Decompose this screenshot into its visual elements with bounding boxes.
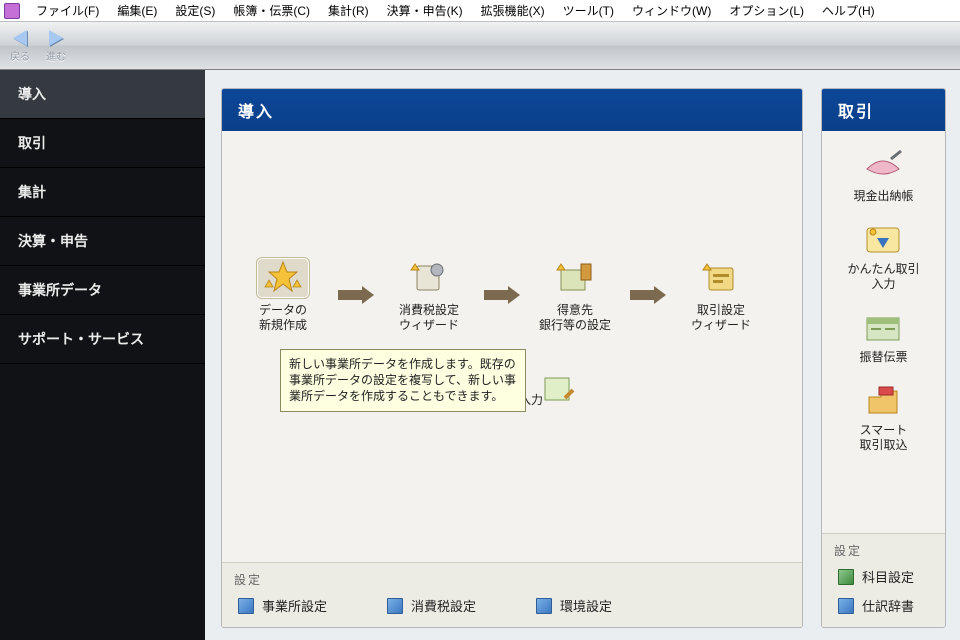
panel-torihiki-header: 取引 xyxy=(822,89,945,131)
tooltip-new-data: 新しい事業所データを作成します。既存の事業所データの設定を複写して、新しい事業所… xyxy=(280,349,526,412)
new-data-icon xyxy=(256,257,310,299)
forward-label: 進む xyxy=(46,48,66,63)
menu-tools[interactable]: ツール(T) xyxy=(555,0,622,21)
menu-file[interactable]: ファイル(F) xyxy=(28,0,107,21)
sidebar-item-kessan[interactable]: 決算・申告 xyxy=(0,217,205,266)
right-item-label: かんたん取引 xyxy=(847,262,919,276)
sidebar-item-label: 導入 xyxy=(18,86,46,102)
right-item-label: 入力 xyxy=(871,277,895,291)
launcher-label: 得意先 xyxy=(557,303,593,317)
right-item-transfer[interactable]: 振替伝票 xyxy=(859,310,907,365)
sidebar-item-torihiki[interactable]: 取引 xyxy=(0,119,205,168)
tax-wizard-icon xyxy=(402,257,456,299)
workspace: 導入 データの新規作成 xyxy=(205,70,960,640)
settings-env[interactable]: 環境設定 xyxy=(536,596,612,615)
back-label: 戻る xyxy=(10,48,30,63)
flow-row-1: データの新規作成 消費税設定ウィザード xyxy=(222,257,802,333)
menu-options[interactable]: オプション(L) xyxy=(721,0,812,21)
menu-edit[interactable]: 編集(E) xyxy=(109,0,165,21)
settings-section: 設定 事業所設定 消費税設定 環境設定 xyxy=(222,562,802,627)
cube-icon xyxy=(536,598,552,614)
flow-arrow-icon xyxy=(338,288,374,302)
launcher-label: 取引設定 xyxy=(697,303,745,317)
sidebar-item-data[interactable]: 事業所データ xyxy=(0,266,205,315)
flow-arrow-icon xyxy=(484,288,520,302)
right-item-label: 取引取込 xyxy=(859,438,907,452)
sidebar-item-label: サポート・サービス xyxy=(18,331,144,347)
sidebar-item-label: 決算・申告 xyxy=(18,233,88,249)
menu-report[interactable]: 集計(R) xyxy=(320,0,377,21)
settings-label: 仕訳辞書 xyxy=(862,596,914,615)
settings-label: 事業所設定 xyxy=(262,596,327,615)
settings-account[interactable]: 科目設定 xyxy=(838,567,933,586)
settings-tax[interactable]: 消費税設定 xyxy=(387,596,476,615)
app-icon xyxy=(4,3,20,19)
panel-dounyu-header: 導入 xyxy=(222,89,802,131)
toolbar: 戻る 進む xyxy=(0,22,960,70)
settings-dictionary[interactable]: 仕訳辞書 xyxy=(838,596,933,615)
smart-import-icon xyxy=(861,383,905,419)
cube-icon xyxy=(238,598,254,614)
right-item-label: スマート xyxy=(860,423,908,437)
panel-torihiki: 取引 現金出納帳 かんたん取引入力 xyxy=(821,88,946,628)
cube-icon xyxy=(387,598,403,614)
menubar: ファイル(F) 編集(E) 設定(S) 帳簿・伝票(C) 集計(R) 決算・申告… xyxy=(0,0,960,22)
launcher-txn-wizard[interactable]: 取引設定ウィザード xyxy=(674,257,768,333)
menu-closing[interactable]: 決算・申告(K) xyxy=(379,0,471,21)
settings-title: 設定 xyxy=(834,542,933,559)
right-settings-section: 設定 科目設定 仕訳辞書 xyxy=(822,533,945,627)
launcher-label: ウィザード xyxy=(691,318,751,332)
launcher-label: 銀行等の設定 xyxy=(539,318,611,332)
flow-area: データの新規作成 消費税設定ウィザード xyxy=(222,131,802,562)
right-list: 現金出納帳 かんたん取引入力 xyxy=(822,131,945,533)
sidebar-item-label: 集計 xyxy=(18,184,46,200)
easy-input-icon xyxy=(861,222,905,258)
launcher-tax-wizard[interactable]: 消費税設定ウィザード xyxy=(382,257,476,333)
sidebar-item-dounyu[interactable]: 導入 xyxy=(0,70,205,119)
menu-help[interactable]: ヘルプ(H) xyxy=(814,0,883,21)
launcher-label: 消費税設定 xyxy=(399,303,459,317)
cube-icon xyxy=(838,598,854,614)
cashbook-icon xyxy=(861,149,905,185)
launcher-customer-bank[interactable]: 得意先銀行等の設定 xyxy=(528,257,622,333)
right-item-label: 現金出納帳 xyxy=(853,189,913,203)
customer-bank-icon xyxy=(548,257,602,299)
settings-label: 科目設定 xyxy=(862,567,914,586)
sidebar-item-support[interactable]: サポート・サービス xyxy=(0,315,205,364)
arrow-left-icon xyxy=(8,29,32,47)
launcher-label: データの xyxy=(259,303,307,317)
settings-title: 設定 xyxy=(234,571,790,588)
menu-settings[interactable]: 設定(S) xyxy=(167,0,223,21)
right-item-label: 振替伝票 xyxy=(859,350,907,364)
settings-label: 環境設定 xyxy=(560,596,612,615)
back-button[interactable]: 戻る xyxy=(8,29,32,63)
right-item-smart-import[interactable]: スマート取引取込 xyxy=(859,383,907,453)
sidebar: 導入 取引 集計 決算・申告 事業所データ サポート・サービス xyxy=(0,70,205,640)
settings-company[interactable]: 事業所設定 xyxy=(238,596,327,615)
cube-icon xyxy=(838,569,854,585)
sidebar-item-label: 事業所データ xyxy=(18,282,102,298)
launcher-new-data[interactable]: データの新規作成 xyxy=(236,257,330,333)
right-item-cashbook[interactable]: 現金出納帳 xyxy=(853,149,913,204)
panel-dounyu: 導入 データの新規作成 xyxy=(221,88,803,628)
launcher-label: ウィザード xyxy=(399,318,459,332)
launcher-label: 新規作成 xyxy=(259,318,307,332)
flow-arrow-icon xyxy=(630,288,666,302)
forward-button[interactable]: 進む xyxy=(44,29,68,63)
right-item-easy-input[interactable]: かんたん取引入力 xyxy=(847,222,919,292)
sidebar-item-label: 取引 xyxy=(18,135,46,151)
menu-ledger[interactable]: 帳簿・伝票(C) xyxy=(225,0,318,21)
arrow-right-icon xyxy=(44,29,68,47)
txn-wizard-icon xyxy=(694,257,748,299)
sidebar-item-shukei[interactable]: 集計 xyxy=(0,168,205,217)
menu-window[interactable]: ウィンドウ(W) xyxy=(624,0,719,21)
menu-ext[interactable]: 拡張機能(X) xyxy=(473,0,553,21)
settings-label: 消費税設定 xyxy=(411,596,476,615)
transfer-icon xyxy=(861,310,905,346)
